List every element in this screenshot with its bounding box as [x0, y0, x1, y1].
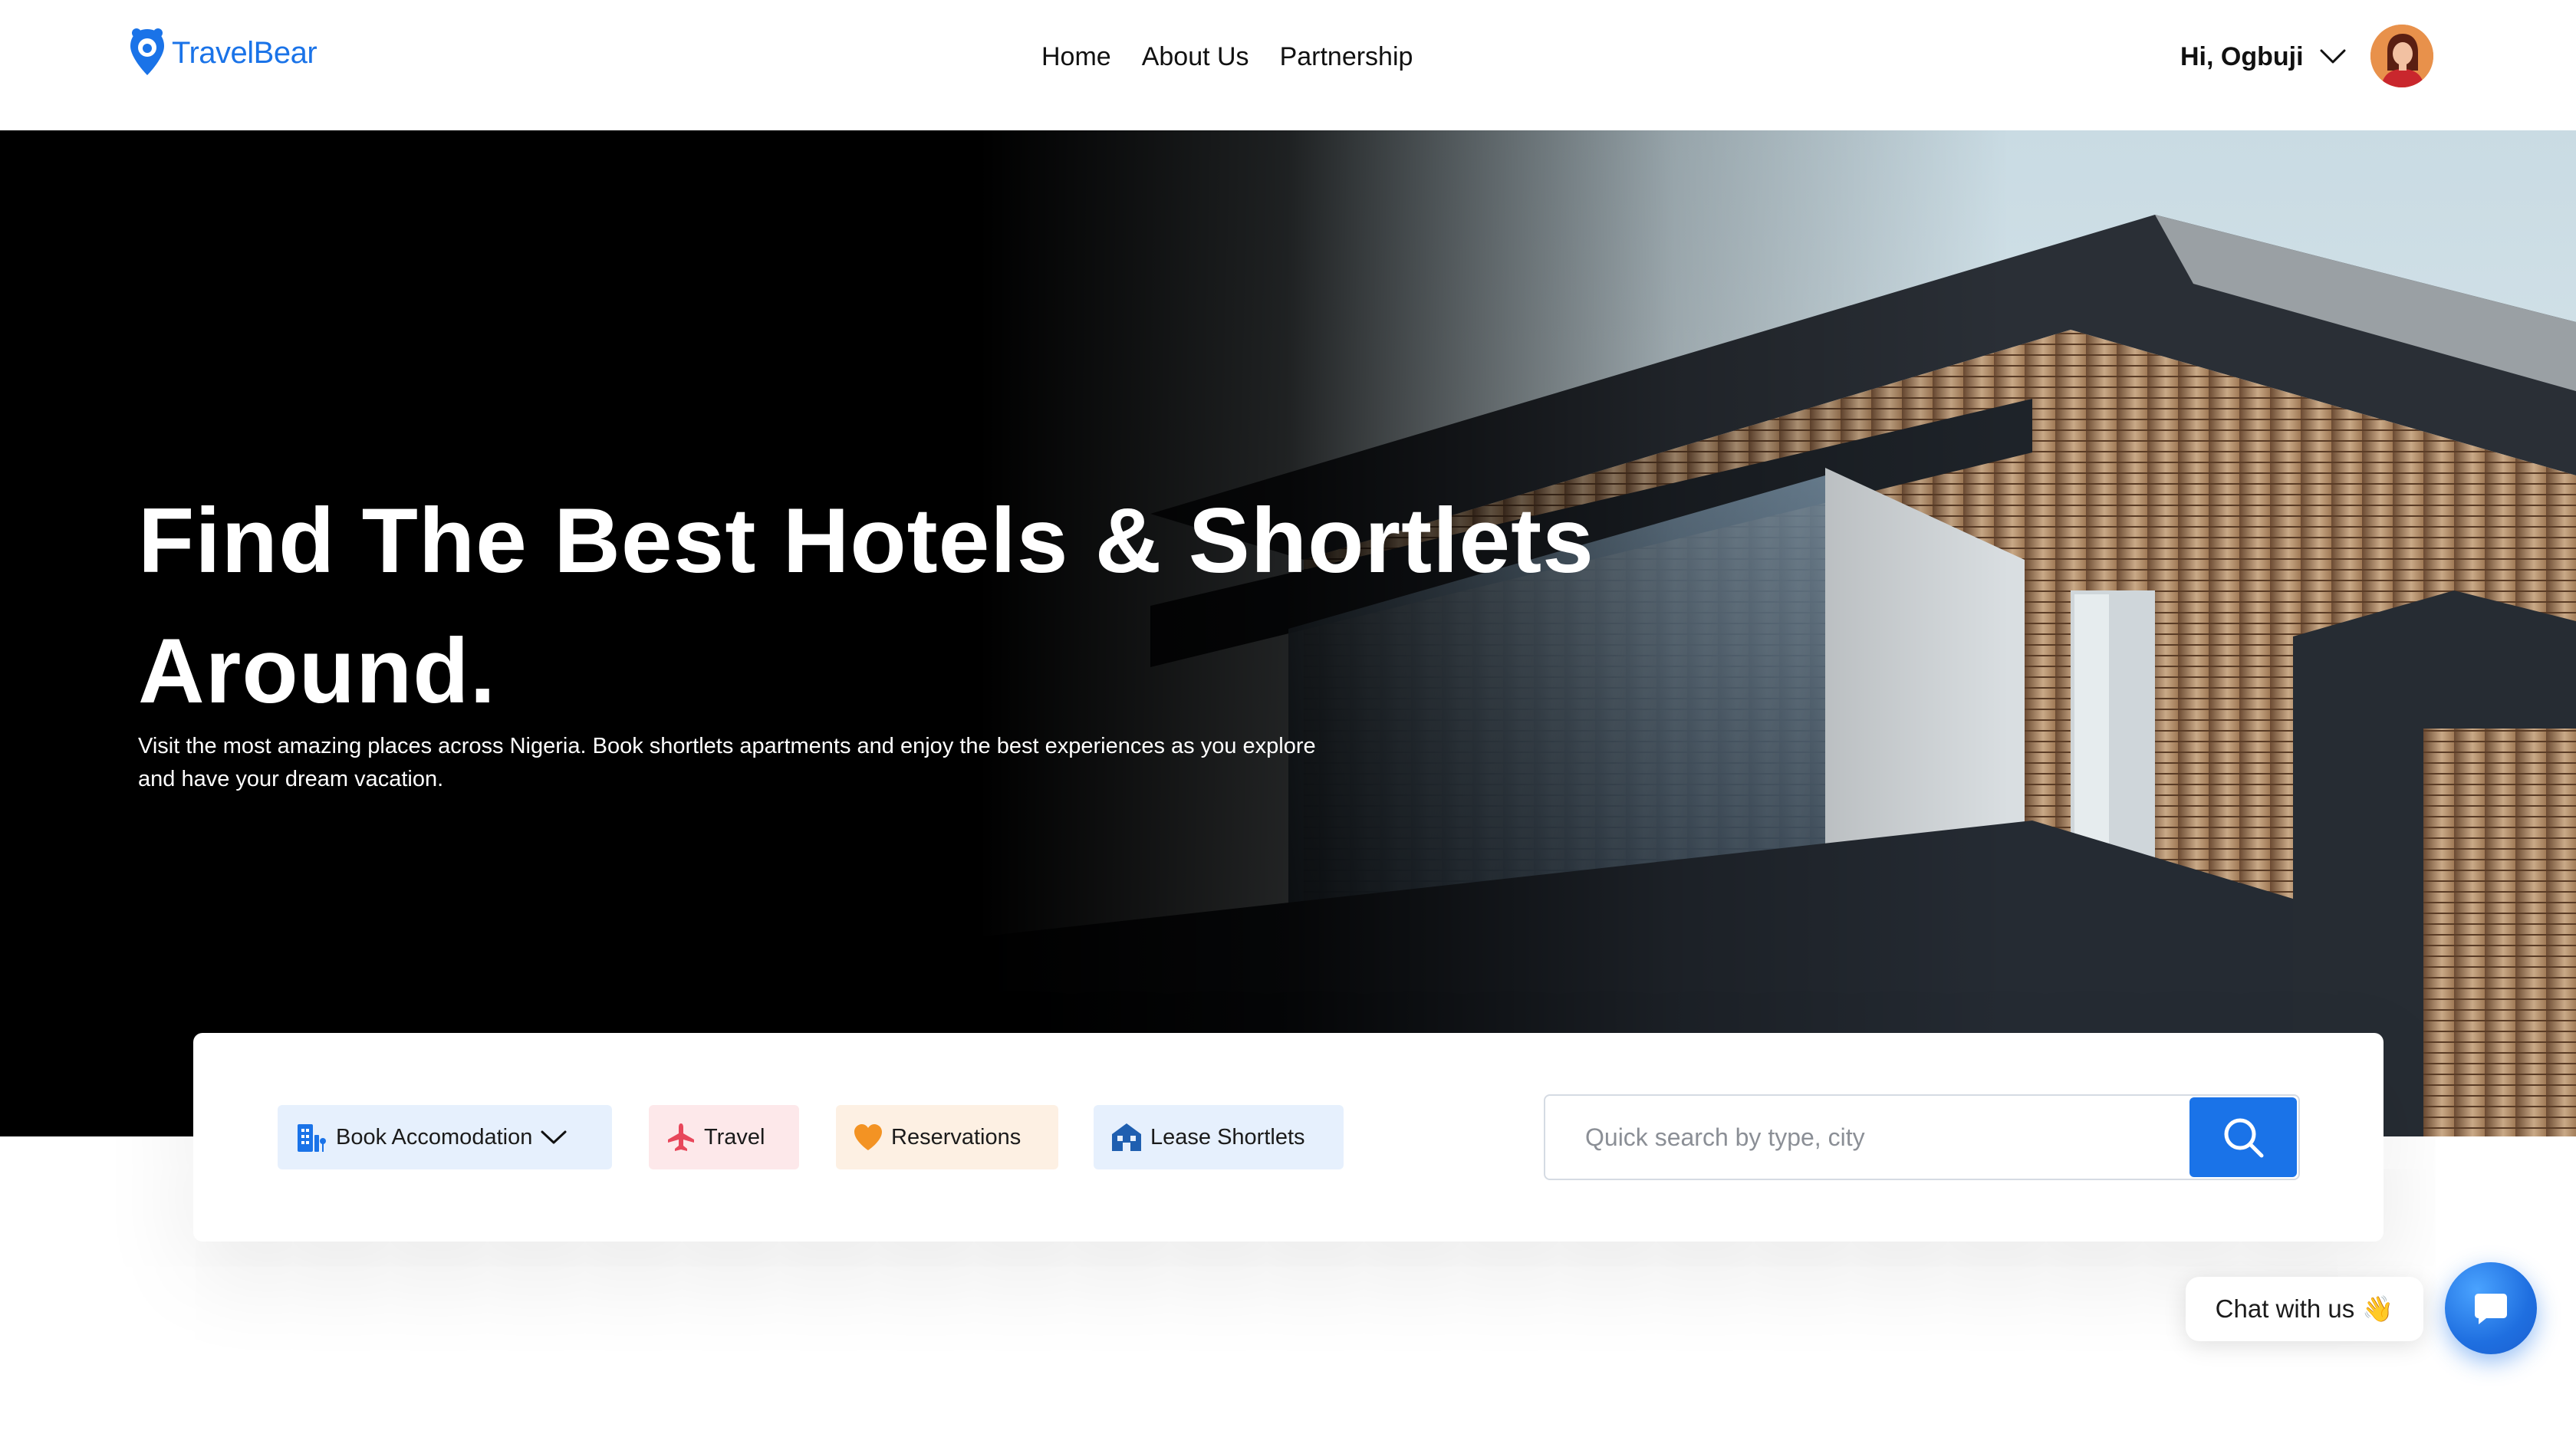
- user-menu-toggle[interactable]: Hi, Ogbuji: [2180, 37, 2347, 77]
- main-nav: Home About Us Partnership: [1041, 37, 1413, 77]
- quick-search: [1544, 1094, 2300, 1180]
- nav-link-partnership[interactable]: Partnership: [1280, 37, 1413, 77]
- location-pin-icon: [130, 28, 164, 75]
- nav-link-home[interactable]: Home: [1041, 37, 1111, 77]
- heart-icon: [854, 1124, 882, 1150]
- user-avatar[interactable]: [2370, 25, 2433, 87]
- search-card: Book Accomodation Travel Reservations Le…: [193, 1033, 2384, 1242]
- building-icon: [298, 1124, 326, 1152]
- plane-icon: [668, 1123, 694, 1151]
- category-label: Reservations: [891, 1124, 1022, 1150]
- category-lease-shortlets[interactable]: Lease Shortlets: [1094, 1105, 1344, 1169]
- logo[interactable]: TravelBear: [127, 26, 317, 80]
- chat-icon: [2475, 1294, 2507, 1324]
- top-navbar: TravelBear Home About Us Partnership Hi,…: [0, 0, 2576, 130]
- waving-hand-icon: 👋: [2362, 1294, 2394, 1323]
- chat-prompt-bubble[interactable]: Chat with us 👋: [2186, 1277, 2423, 1341]
- category-book-accomodation[interactable]: Book Accomodation: [278, 1105, 612, 1169]
- category-label: Book Accomodation: [336, 1124, 533, 1150]
- chat-button[interactable]: [2445, 1262, 2537, 1354]
- user-greeting: Hi, Ogbuji: [2180, 42, 2304, 71]
- search-icon: [2224, 1118, 2264, 1158]
- search-button[interactable]: [2189, 1097, 2297, 1177]
- chat-label: Chat with us: [2215, 1294, 2355, 1323]
- hero-subtitle: Visit the most amazing places across Nig…: [138, 734, 1316, 791]
- hero-title: Find The Best Hotels & Shortlets Around.: [138, 489, 1594, 722]
- chevron-down-icon: [2320, 49, 2346, 64]
- hero-section: Find The Best Hotels & Shortlets Around.…: [0, 130, 2576, 1136]
- logo-text: TravelBear: [172, 35, 317, 70]
- avatar-image: [2370, 25, 2433, 87]
- house-icon: [1112, 1123, 1141, 1151]
- category-reservations[interactable]: Reservations: [836, 1105, 1058, 1169]
- chevron-down-icon: [541, 1130, 567, 1144]
- search-input[interactable]: [1547, 1097, 2191, 1177]
- nav-link-about-us[interactable]: About Us: [1142, 37, 1249, 77]
- category-travel[interactable]: Travel: [649, 1105, 799, 1169]
- category-label: Travel: [704, 1124, 765, 1150]
- category-label: Lease Shortlets: [1150, 1124, 1305, 1150]
